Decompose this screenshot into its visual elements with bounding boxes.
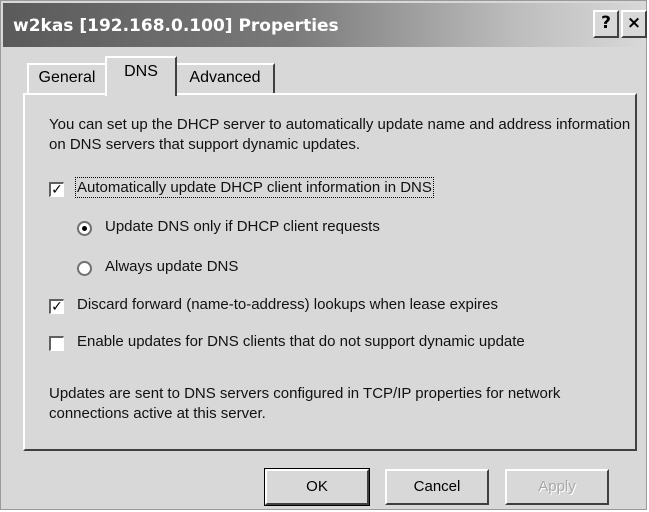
intro-text: You can set up the DHCP server to automa… bbox=[49, 116, 631, 153]
properties-dialog: w2kas [192.168.0.100] Properties ? × Gen… bbox=[0, 0, 647, 510]
cancel-button[interactable]: Cancel bbox=[385, 469, 489, 505]
enable-updates-checkbox[interactable] bbox=[49, 336, 64, 351]
always-update-radio[interactable] bbox=[77, 261, 92, 276]
discard-forward-checkbox[interactable]: ✓ bbox=[49, 299, 64, 314]
auto-update-label[interactable]: Automatically update DHCP client informa… bbox=[75, 177, 434, 198]
window-title: w2kas [192.168.0.100] Properties bbox=[13, 16, 339, 36]
tab-dns[interactable]: DNS bbox=[105, 56, 177, 96]
footer-text: Updates are sent to DNS servers configur… bbox=[49, 385, 561, 422]
tab-general-label: General bbox=[38, 69, 96, 86]
help-icon: ? bbox=[601, 13, 611, 33]
radio-selected-dot bbox=[82, 226, 87, 231]
checkmark-icon: ✓ bbox=[51, 182, 63, 198]
apply-button[interactable]: Apply bbox=[505, 469, 609, 505]
update-on-request-label[interactable]: Update DNS only if DHCP client requests bbox=[105, 218, 380, 235]
enable-updates-label[interactable]: Enable updates for DNS clients that do n… bbox=[77, 333, 525, 350]
update-on-request-radio[interactable] bbox=[77, 221, 92, 236]
discard-forward-label[interactable]: Discard forward (name-to-address) lookup… bbox=[77, 296, 498, 313]
help-button[interactable]: ? bbox=[593, 10, 619, 38]
always-update-label[interactable]: Always update DNS bbox=[105, 258, 238, 275]
tab-advanced-label: Advanced bbox=[189, 69, 261, 86]
close-button[interactable]: × bbox=[621, 10, 647, 38]
tab-general[interactable]: General bbox=[27, 63, 107, 93]
tab-dns-label: DNS bbox=[124, 63, 158, 80]
checkmark-icon: ✓ bbox=[51, 299, 63, 315]
ok-button[interactable]: OK bbox=[264, 468, 370, 506]
tab-advanced[interactable]: Advanced bbox=[175, 63, 275, 93]
close-icon: × bbox=[626, 13, 642, 33]
dns-tab-panel: You can set up the DHCP server to automa… bbox=[23, 93, 637, 451]
title-bar[interactable]: w2kas [192.168.0.100] Properties ? × bbox=[3, 3, 647, 47]
auto-update-checkbox[interactable]: ✓ bbox=[49, 182, 64, 197]
